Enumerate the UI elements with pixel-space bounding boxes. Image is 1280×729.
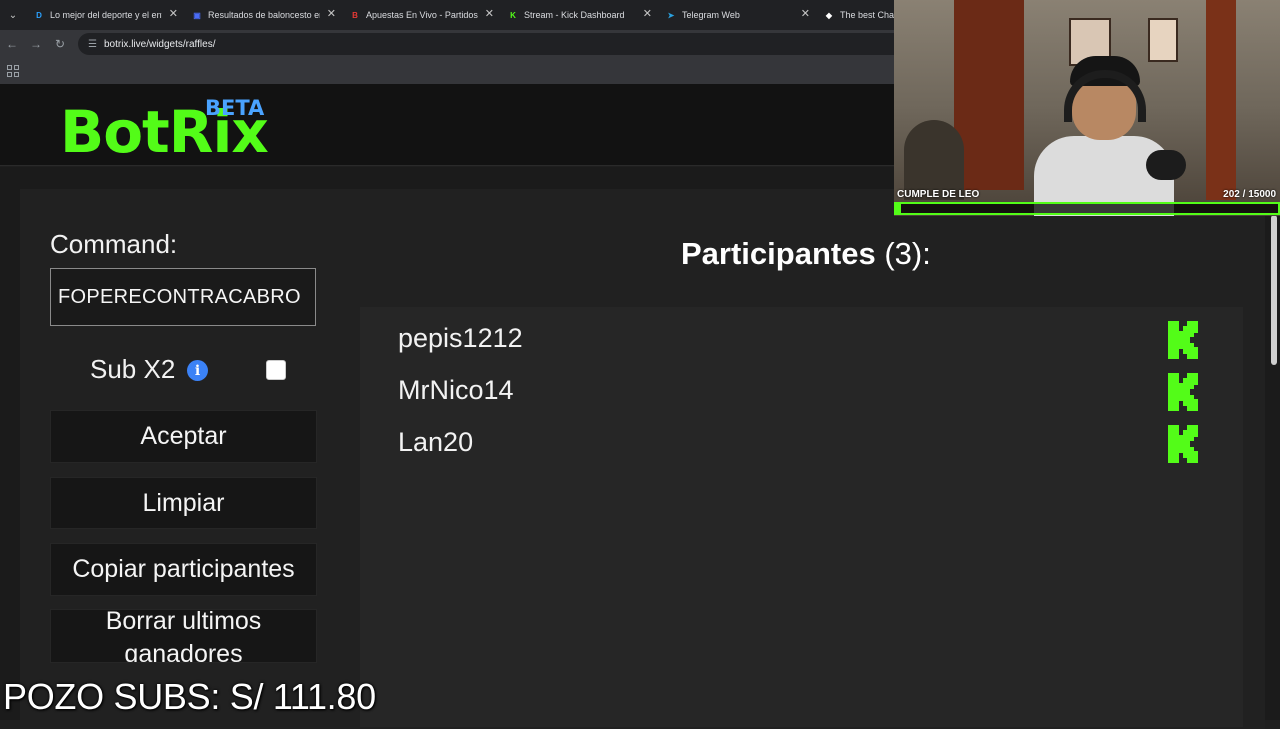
command-label: Command: [50,229,178,259]
sub-x2-label: Sub X2 [90,354,176,384]
tab-title: Apuestas En Vivo - Partidos de hoy [366,10,478,20]
kick-icon: K [510,10,516,20]
close-tab-icon[interactable]: ✕ [801,9,810,20]
close-tab-icon[interactable]: ✕ [169,9,178,20]
participant-name: MrNico14 [398,375,514,405]
reload-button[interactable]: ↻ [48,30,72,58]
tab-search-button[interactable]: ⌄ [0,0,26,30]
participant-name: pepis1212 [398,323,523,353]
subs-pot-overlay: POZO SUBS: S/ 111.80 [3,676,376,717]
browser-tab[interactable]: D Lo mejor del deporte y el entretenimien… [26,0,184,30]
botrix-icon: ◆ [825,10,833,20]
tab-title: Stream - Kick Dashboard [524,10,625,20]
sub-goal-bar [894,202,1280,215]
browser-tab[interactable]: B Apuestas En Vivo - Partidos de hoy ✕ [342,0,500,30]
forward-button[interactable]: → [24,30,48,58]
flashscore-icon: ▣ [193,10,201,20]
sub-goal-count: 202 / 15000 [1223,189,1276,200]
participants-title: Participantes (3): [681,236,931,272]
webcam-overlay: CUMPLE DE LEO 202 / 15000 [894,0,1280,216]
participant-row: Lan20 [360,415,1243,467]
webcam-streamer [1034,56,1174,216]
betting-icon: B [352,10,358,20]
participants-list: pepis1212 MrNico14 Lan20 [360,307,1243,727]
sub-goal-fill [896,204,902,213]
kick-icon [1168,321,1201,359]
tab-title: Telegram Web [682,10,740,20]
url-text: botrix.live/widgets/raffles/ [103,38,216,50]
kick-icon [1168,373,1201,411]
telegram-icon: ➤ [667,10,675,20]
accept-button[interactable]: Aceptar [50,410,317,463]
clear-button[interactable]: Limpiar [50,477,317,529]
participants-count: (3): [884,236,931,271]
beta-badge: BETA [205,96,265,120]
participants-title-word: Participantes [681,236,876,271]
page-scrollbar[interactable] [1271,215,1277,365]
webcam-door [954,0,1024,190]
webcam-jersey-frame [1148,18,1178,62]
kick-icon [1168,425,1201,463]
copy-participants-button[interactable]: Copiar participantes [50,543,317,596]
tab-title: Resultados de baloncesto en directo [208,10,320,20]
participant-row: pepis1212 [360,311,1243,363]
back-button[interactable]: ← [0,30,24,58]
close-tab-icon[interactable]: ✕ [485,9,494,20]
webcam-child [904,120,964,200]
command-input[interactable] [50,268,316,326]
browser-tab[interactable]: ▣ Resultados de baloncesto en directo ✕ [184,0,342,30]
tab-title: Lo mejor del deporte y el entretenimient… [50,10,162,20]
browser-tab[interactable]: K Stream - Kick Dashboard ✕ [500,0,658,30]
info-icon[interactable]: i [187,360,208,381]
sub-goal-label: CUMPLE DE LEO [897,189,980,200]
close-tab-icon[interactable]: ✕ [643,9,652,20]
participant-row: MrNico14 [360,363,1243,415]
webcam-door-right [1206,0,1236,200]
apps-grid-icon[interactable] [7,65,19,77]
close-tab-icon[interactable]: ✕ [327,9,336,20]
delete-last-winners-button[interactable]: Borrar ultimos ganadores [50,609,317,663]
site-settings-icon[interactable]: ☰ [88,39,97,50]
sub-x2-row: Sub X2 i [50,352,316,388]
microphone-icon [1146,150,1186,180]
browser-tab[interactable]: ➤ Telegram Web ✕ [658,0,816,30]
d-icon: D [36,10,42,20]
address-bar[interactable]: ☰ botrix.live/widgets/raffles/ [78,33,918,55]
sub-x2-checkbox[interactable] [266,360,286,380]
participant-name: Lan20 [398,427,474,457]
